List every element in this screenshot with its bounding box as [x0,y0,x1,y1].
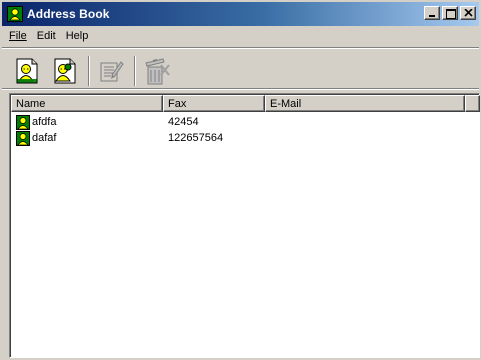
contact-name: dafaf [32,132,57,144]
address-book-window: Address Book File Edit Help Name Fax E-M… [0,0,481,360]
column-headers: Name Fax E-Mail [11,95,480,112]
fax-cell: 122657564 [168,132,224,144]
menu-file[interactable]: File [4,29,32,46]
address-book-icon[interactable] [7,6,23,22]
toolbar-separator [134,56,136,86]
menu-edit[interactable]: Edit [32,29,61,46]
column-header-fax[interactable]: Fax [163,95,265,112]
menu-edit-label: Edit [36,30,56,42]
new-group-icon [54,58,76,84]
new-group-button[interactable] [50,55,80,87]
new-contact-button[interactable] [12,55,42,87]
delete-entry-icon [145,58,170,85]
maximize-button[interactable] [442,6,458,20]
name-cell: dafaf [11,130,163,146]
table-row[interactable]: afdfa 42454 [11,114,465,130]
title-bar[interactable]: Address Book [2,2,479,26]
table-row[interactable]: dafaf 122657564 [11,130,465,146]
edit-entry-button[interactable] [96,55,126,87]
new-contact-icon [16,58,38,84]
delete-entry-button[interactable] [142,55,172,87]
column-header-email[interactable]: E-Mail [265,95,465,112]
contact-icon [16,130,30,146]
edit-entry-icon [100,61,124,82]
column-header-filler [465,95,480,112]
close-button[interactable] [460,6,476,20]
menu-help[interactable]: Help [61,29,94,46]
toolbar-bottom-border [2,88,479,90]
name-cell: afdfa [11,114,163,130]
menu-bar: File Edit Help [4,29,93,46]
contact-icon [16,114,30,130]
contacts-list[interactable]: Name Fax E-Mail afdfa 42454 dafaf 122657… [9,93,480,358]
minimize-button[interactable] [424,6,440,20]
toolbar-separator [88,56,90,86]
column-header-name[interactable]: Name [11,95,163,112]
caption-buttons [422,6,476,20]
toolbar [12,52,180,90]
fax-cell: 42454 [168,116,199,128]
menu-separator [2,47,479,49]
close-icon [464,9,473,17]
contact-name: afdfa [32,116,57,128]
menu-help-label: Help [65,30,89,42]
window-title: Address Book [27,7,110,21]
menu-file-label: File [9,30,27,42]
contact-rows: afdfa 42454 dafaf 122657564 [11,114,465,146]
